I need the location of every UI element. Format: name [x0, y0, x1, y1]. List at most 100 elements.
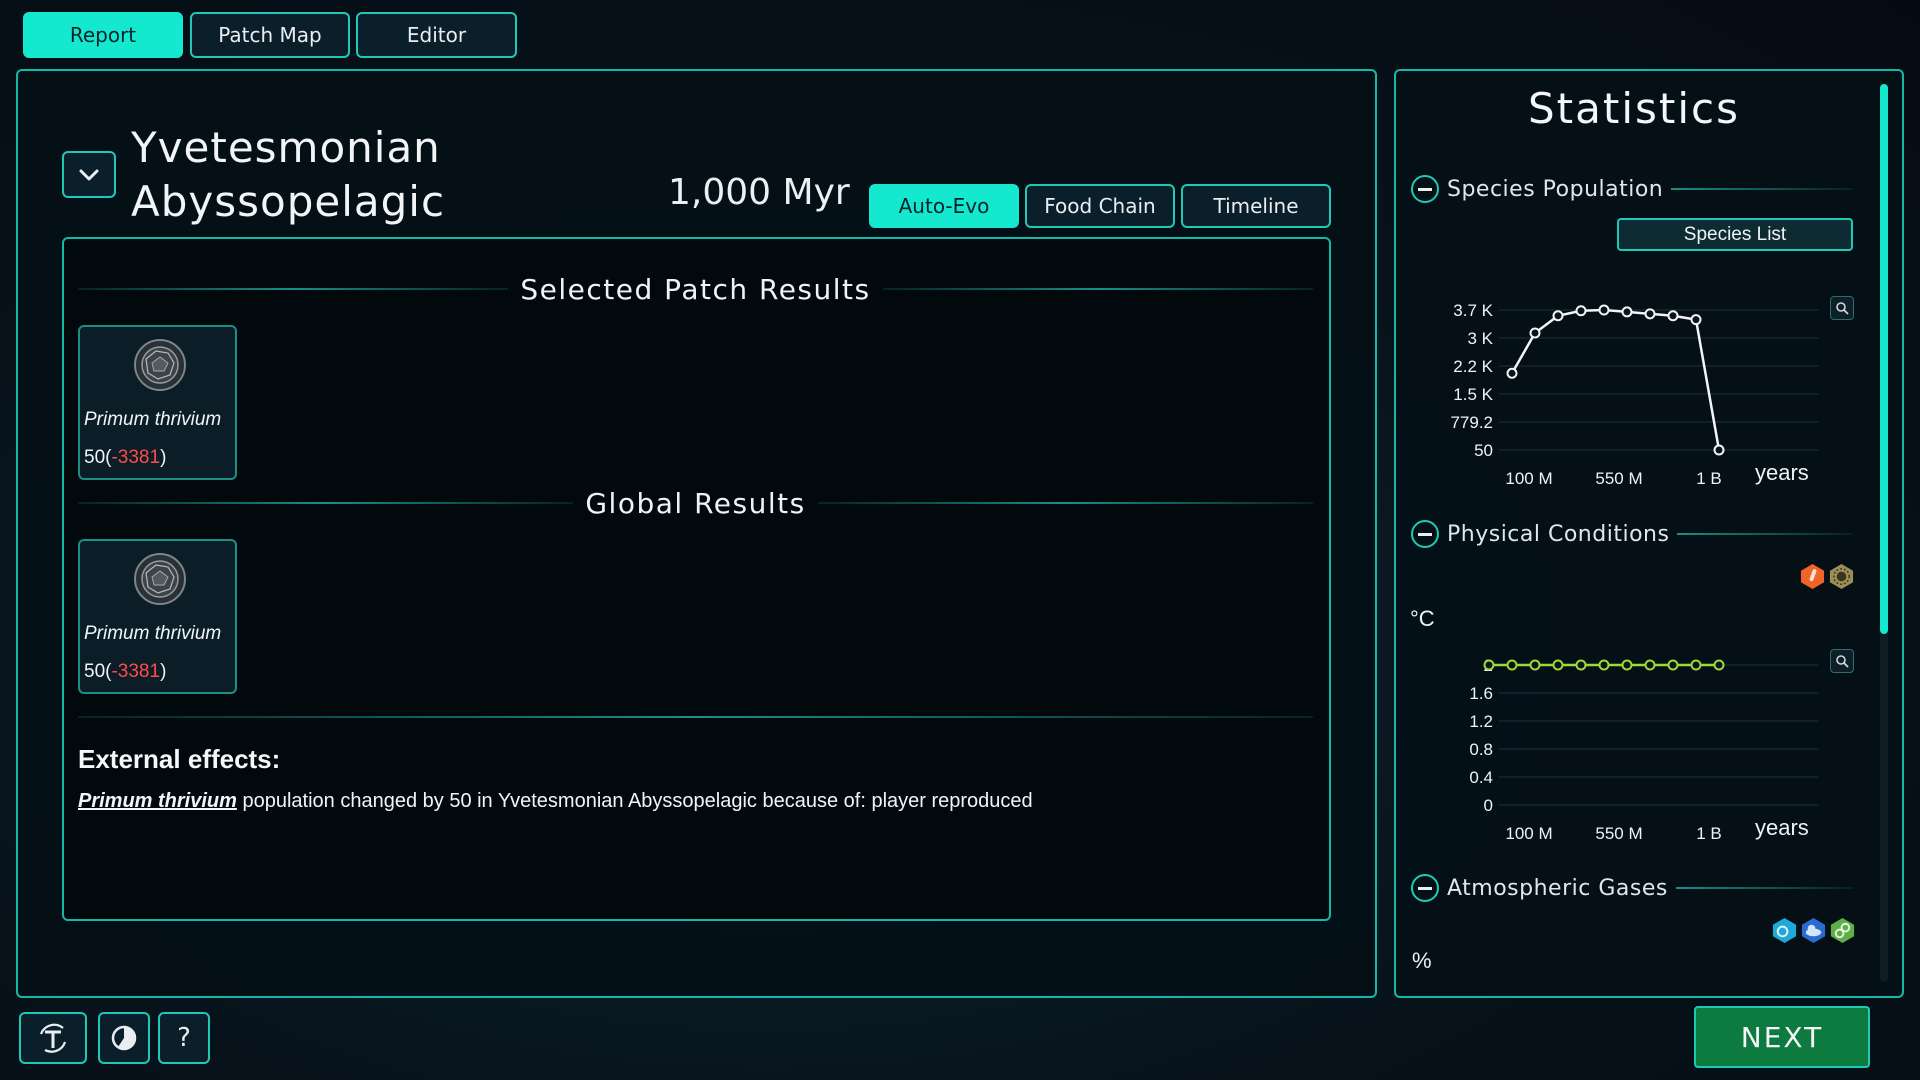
collapse-physical-conditions-button[interactable]: [1411, 520, 1439, 548]
x-tick-label: 100 M: [1505, 824, 1552, 843]
external-species-link[interactable]: Primum thrivium: [78, 790, 237, 812]
population-change: -3381: [111, 661, 161, 682]
data-point: [1506, 659, 1518, 671]
global-results-header-label: Global Results: [585, 486, 806, 520]
y-tick-label: 2.2 K: [1453, 357, 1493, 376]
x-tick-label: 550 M: [1595, 824, 1642, 843]
chevron-down-icon: [79, 169, 99, 180]
data-point: [1506, 367, 1518, 379]
tab-food-chain[interactable]: Food Chain: [1025, 184, 1175, 228]
external-effects-text: Primum thrivium population changed by 50…: [78, 790, 1033, 812]
patch-name-line1: Yvetesmonian: [131, 123, 441, 172]
species-population-label: Species Population: [1447, 176, 1664, 202]
atmospheric-gases-section: Atmospheric Gases: [1411, 871, 1853, 905]
help-button[interactable]: ?: [158, 1012, 210, 1064]
global-results-header: Global Results: [78, 486, 1314, 520]
tab-patch-map[interactable]: Patch Map: [190, 12, 350, 58]
y-tick-label: 1.5 K: [1453, 385, 1493, 404]
selected-patch-header-label: Selected Patch Results: [520, 272, 871, 306]
condition-icons: [1799, 563, 1855, 590]
global-species-card[interactable]: Primum thrivium 50(-3381): [78, 539, 237, 694]
external-effects-title: External effects:: [78, 744, 281, 774]
species-name: Primum thrivium: [84, 623, 222, 644]
species-population: 50(-3381): [84, 447, 167, 468]
temperature-icon[interactable]: [1799, 563, 1826, 590]
data-point: [1644, 308, 1656, 320]
statistics-scrollbar-thumb[interactable]: [1880, 84, 1888, 634]
y-tick-label: 3 K: [1467, 329, 1493, 348]
x-tick-label: 1 B: [1696, 824, 1722, 843]
data-point: [1552, 310, 1564, 322]
nitrogen-icon[interactable]: [1829, 917, 1856, 944]
data-point: [1621, 659, 1633, 671]
data-point: [1483, 659, 1495, 671]
magnifier-icon: [1836, 302, 1849, 315]
tab-editor[interactable]: Editor: [356, 12, 517, 58]
y-tick-label: 0.8: [1469, 740, 1493, 759]
species-population-section: Species Population: [1411, 172, 1853, 206]
data-point: [1529, 327, 1541, 339]
data-point: [1598, 659, 1610, 671]
data-point: [1690, 659, 1702, 671]
selected-patch-header: Selected Patch Results: [78, 272, 1313, 306]
temperature-unit: °C: [1410, 606, 1435, 631]
population-x-unit: years: [1755, 460, 1809, 485]
thrive-menu-button[interactable]: [19, 1012, 87, 1064]
patch-collapse-button[interactable]: [62, 151, 116, 198]
population-change: -3381: [111, 447, 161, 468]
atmospheric-gases-label: Atmospheric Gases: [1447, 875, 1668, 901]
patch-name: Yvetesmonian Abyssopelagic: [131, 121, 445, 229]
data-point: [1667, 659, 1679, 671]
time-label: 1,000 Myr: [668, 172, 850, 213]
temperature-zoom-button[interactable]: [1830, 649, 1854, 673]
data-point: [1690, 314, 1702, 326]
tab-auto-evo[interactable]: Auto-Evo: [869, 184, 1019, 228]
data-point: [1621, 306, 1633, 318]
tab-report[interactable]: Report: [23, 12, 183, 58]
patch-name-line2: Abyssopelagic: [131, 177, 446, 226]
statistics-toggle-button[interactable]: [98, 1012, 150, 1064]
next-button[interactable]: NEXT: [1694, 1006, 1870, 1068]
series-line: [1510, 308, 1721, 451]
x-tick-label: 100 M: [1505, 469, 1552, 488]
magnifier-icon: [1836, 655, 1849, 668]
y-tick-label: 1.2: [1469, 712, 1493, 731]
species-list-button[interactable]: Species List: [1617, 218, 1853, 251]
data-point: [1529, 659, 1541, 671]
data-point: [1575, 659, 1587, 671]
y-tick-label: 0.4: [1469, 768, 1493, 787]
collapse-species-population-button[interactable]: [1411, 175, 1439, 203]
tab-timeline[interactable]: Timeline: [1181, 184, 1331, 228]
microbe-cell-icon: [134, 339, 186, 391]
sunlight-icon[interactable]: [1828, 563, 1855, 590]
pie-chart-icon: [111, 1025, 137, 1051]
y-tick-label: 1.6: [1469, 684, 1493, 703]
gas-icons: [1771, 917, 1856, 944]
data-point: [1667, 310, 1679, 322]
data-point: [1552, 659, 1564, 671]
species-population: 50(-3381): [84, 661, 167, 682]
selected-species-card[interactable]: Primum thrivium 50(-3381): [78, 325, 237, 480]
y-tick-label: 3.7 K: [1453, 301, 1493, 320]
statistics-title: Statistics: [1528, 84, 1740, 133]
y-tick-label: 779.2: [1450, 413, 1493, 432]
temperature-x-unit: years: [1755, 815, 1809, 840]
microbe-cell-icon: [134, 553, 186, 605]
species-name: Primum thrivium: [84, 409, 222, 430]
oxygen-icon[interactable]: [1771, 917, 1798, 944]
carbon-dioxide-icon[interactable]: [1800, 917, 1827, 944]
thrive-logo-icon: [39, 1023, 67, 1053]
percent-unit: %: [1412, 948, 1432, 973]
x-tick-label: 550 M: [1595, 469, 1642, 488]
y-tick-label: 50: [1474, 441, 1493, 460]
external-effects-divider: [78, 716, 1313, 718]
physical-conditions-label: Physical Conditions: [1447, 521, 1670, 547]
collapse-atmospheric-gases-button[interactable]: [1411, 874, 1439, 902]
physical-conditions-section: Physical Conditions: [1411, 517, 1853, 551]
data-point: [1644, 659, 1656, 671]
population-zoom-button[interactable]: [1830, 296, 1854, 320]
results-box: [62, 237, 1331, 921]
data-point: [1713, 659, 1725, 671]
data-point: [1713, 444, 1725, 456]
data-point: [1575, 305, 1587, 317]
